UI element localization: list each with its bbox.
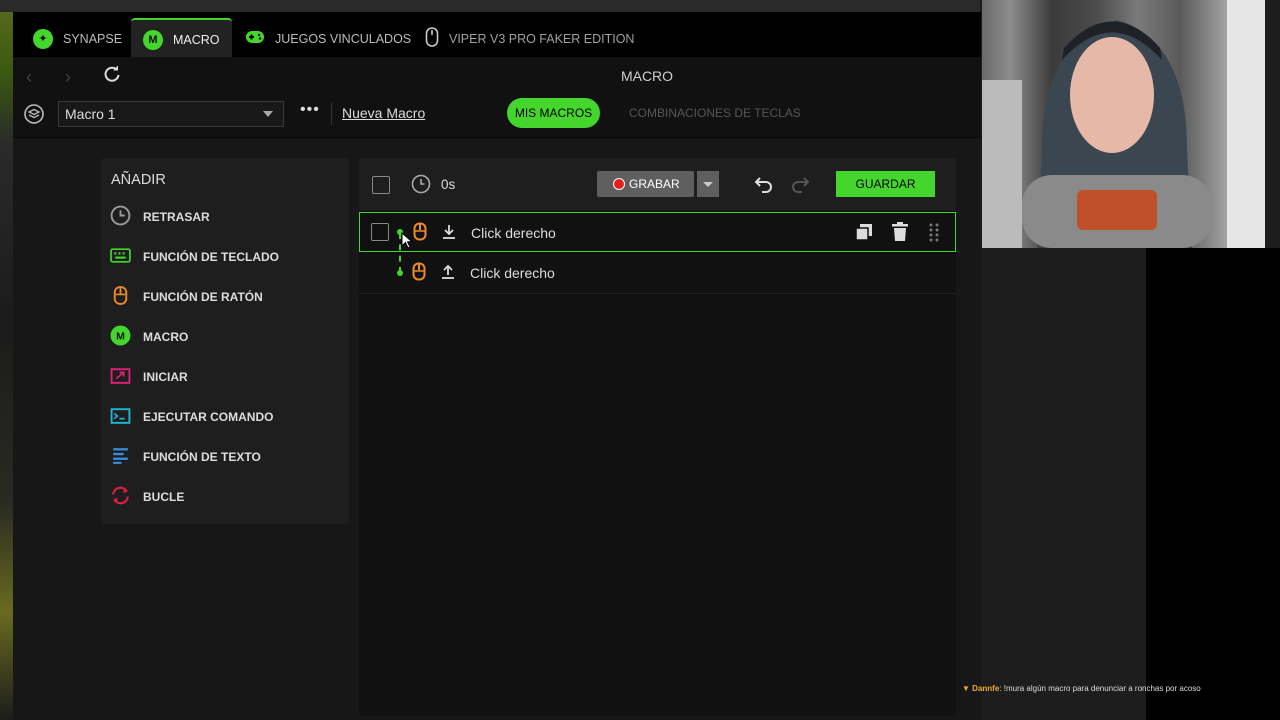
add-item-label: MACRO [143, 330, 189, 344]
gamepad-icon [245, 30, 265, 47]
tab-key-combos[interactable]: COMBINACIONES DE TECLAS [629, 106, 801, 120]
editor-toolbar: 0s GRABAR GUARDAR [359, 158, 956, 211]
select-all-checkbox[interactable] [372, 176, 390, 194]
divider [331, 103, 332, 125]
duplicate-icon[interactable] [854, 222, 874, 247]
chevron-down-icon [703, 182, 713, 187]
chevron-down-icon [263, 111, 273, 117]
mouse-icon [110, 285, 131, 309]
more-options-button[interactable]: ••• [300, 101, 320, 119]
key-up-icon [441, 264, 455, 285]
add-item-label: BUCLE [143, 490, 185, 504]
tab-label: SYNAPSE [63, 31, 123, 46]
chat-badge-icon: ▼ [962, 684, 970, 693]
add-item-label: RETRASAR [143, 210, 210, 224]
macro-select-value: Macro 1 [65, 106, 116, 122]
nav-bar: ‹ › MACRO [13, 57, 981, 95]
stream-background-left [0, 0, 13, 720]
add-macro[interactable]: M MACRO [110, 325, 189, 349]
save-button[interactable]: GUARDAR [836, 171, 935, 197]
webcam-feed [982, 0, 1265, 248]
macro-toolbar: Macro 1 ••• Nueva Macro MIS MACROS COMBI… [13, 95, 981, 138]
svg-text:M: M [116, 331, 125, 343]
add-loop[interactable]: BUCLE [110, 486, 184, 508]
add-launch[interactable]: INICIAR [110, 366, 188, 388]
chat-username: Dannfe [972, 684, 1000, 693]
chat-text: !mura algún macro para denunciar a ronch… [1003, 684, 1201, 693]
launch-icon [110, 365, 131, 389]
add-keyboard[interactable]: FUNCIÓN DE TECLADO [110, 246, 279, 268]
timeline-dot [397, 270, 403, 276]
undo-icon[interactable] [753, 173, 775, 200]
add-panel: AÑADIR RETRASAR FUNCIÓN DE TECLADO FUNCI… [101, 158, 349, 524]
tab-synapse[interactable]: ✦ SYNAPSE [21, 20, 134, 57]
add-panel-title: AÑADIR [111, 172, 166, 188]
record-button[interactable]: GRABAR [597, 171, 694, 197]
tab-label: VIPER V3 PRO FAKER EDITION [449, 31, 635, 46]
tab-linked-games[interactable]: JUEGOS VINCULADOS [233, 20, 423, 57]
add-text[interactable]: FUNCIÓN DE TEXTO [110, 446, 261, 468]
row-label: Click derecho [470, 265, 555, 281]
tab-bar: ✦ SYNAPSE M MACRO JUEGOS VINCULADOS VIPE… [13, 12, 981, 59]
terminal-icon [110, 405, 131, 429]
redo-icon[interactable] [789, 173, 811, 200]
macro-row[interactable]: Click derecho [359, 253, 956, 294]
new-macro-link[interactable]: Nueva Macro [342, 105, 425, 121]
record-icon [613, 178, 625, 190]
record-label: GRABAR [629, 177, 680, 191]
row-checkbox[interactable] [371, 223, 389, 241]
add-run-command[interactable]: EJECUTAR COMANDO [110, 406, 273, 428]
stream-overlay-dark [1146, 248, 1280, 720]
tab-label: JUEGOS VINCULADOS [275, 31, 412, 46]
synapse-icon: ✦ [33, 28, 53, 49]
text-icon [110, 445, 131, 469]
tab-device[interactable]: VIPER V3 PRO FAKER EDITION [413, 20, 646, 57]
add-mouse[interactable]: FUNCIÓN DE RATÓN [110, 286, 263, 308]
mouse-icon [410, 262, 428, 287]
tab-my-macros[interactable]: MIS MACROS [507, 98, 600, 128]
clock-icon [110, 205, 131, 229]
loop-icon [110, 485, 131, 509]
add-delay[interactable]: RETRASAR [110, 205, 210, 229]
record-options-dropdown[interactable] [697, 171, 719, 197]
macro-icon: M [143, 29, 163, 50]
add-item-label: EJECUTAR COMANDO [143, 410, 274, 424]
mouse-icon [411, 222, 429, 247]
chat-message: ▼ Dannfe: !mura algún macro para denunci… [962, 684, 1201, 693]
add-item-label: FUNCIÓN DE TECLADO [143, 250, 279, 264]
add-item-label: INICIAR [143, 370, 188, 384]
tab-macro[interactable]: M MACRO [131, 18, 232, 59]
key-down-icon [442, 224, 456, 245]
delay-value: 0s [441, 177, 456, 192]
clock-icon [411, 174, 431, 199]
layers-icon [24, 104, 44, 129]
synapse-window: ✦ SYNAPSE M MACRO JUEGOS VINCULADOS VIPE… [13, 12, 981, 720]
keyboard-icon [110, 245, 131, 269]
add-item-label: FUNCIÓN DE TEXTO [143, 450, 261, 464]
macro-select[interactable]: Macro 1 [58, 101, 284, 127]
macro-editor: 0s GRABAR GUARDAR Click derecho Click de… [359, 158, 956, 716]
macro-row[interactable]: Click derecho [359, 212, 956, 252]
drag-handle-icon[interactable] [929, 222, 939, 249]
macro-icon: M [110, 325, 131, 349]
mouse-icon [425, 27, 439, 50]
cursor-icon [401, 231, 414, 255]
tab-label: MACRO [173, 32, 220, 47]
trash-icon[interactable] [891, 222, 909, 247]
add-item-label: FUNCIÓN DE RATÓN [143, 290, 263, 304]
row-label: Click derecho [471, 225, 556, 241]
